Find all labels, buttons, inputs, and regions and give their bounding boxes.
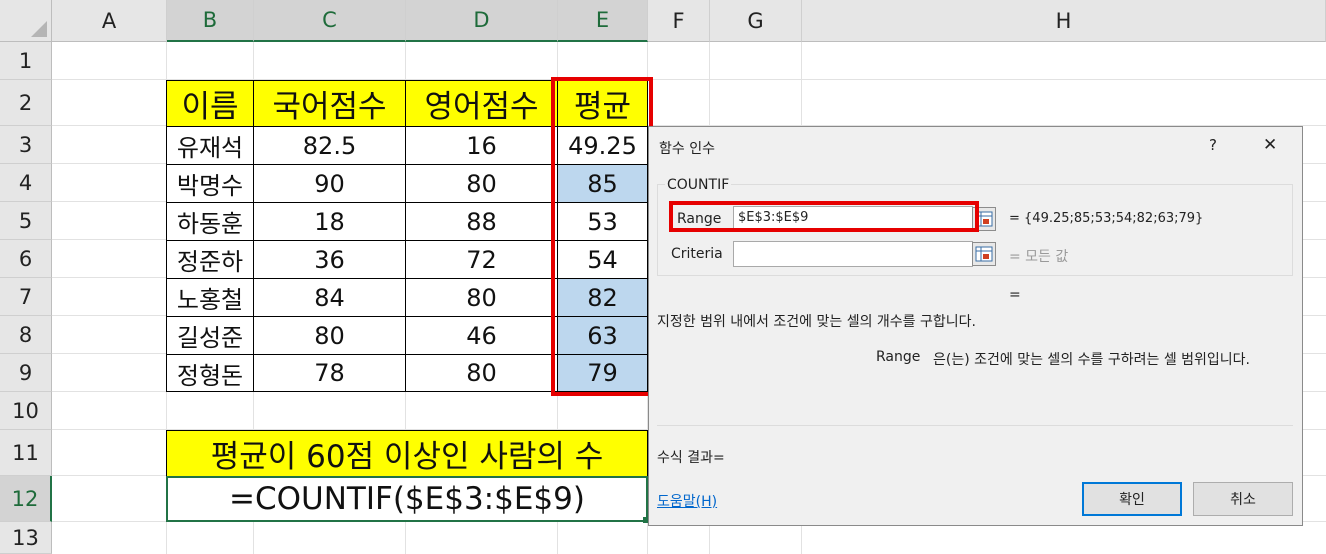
table-cell[interactable]: 정형돈: [166, 354, 254, 392]
table-cell[interactable]: 72: [405, 240, 558, 279]
table-cell[interactable]: 84: [253, 278, 406, 317]
col-header-g[interactable]: G: [710, 0, 802, 42]
table-cell[interactable]: 하동훈: [166, 202, 254, 241]
function-name: COUNTIF: [665, 177, 732, 193]
range-arg-highlight: [669, 201, 979, 232]
row-header-1[interactable]: 1: [0, 42, 52, 80]
col-header-f[interactable]: F: [648, 0, 710, 42]
col-header-c[interactable]: C: [254, 0, 406, 42]
row-header-12[interactable]: 12: [0, 476, 52, 522]
row-header-8[interactable]: 8: [0, 316, 52, 354]
table-cell[interactable]: 88: [405, 202, 558, 241]
row-header-6[interactable]: 6: [0, 240, 52, 278]
table-cell[interactable]: 유재석: [166, 126, 254, 165]
table-cell[interactable]: 노홍철: [166, 278, 254, 317]
dialog-title: 함수 인수: [659, 141, 715, 157]
table-cell[interactable]: 78: [253, 354, 406, 392]
ok-button[interactable]: 확인: [1082, 482, 1182, 516]
row-header-9[interactable]: 9: [0, 354, 52, 392]
table-header-english[interactable]: 영어점수: [405, 80, 558, 127]
col-header-e[interactable]: E: [558, 0, 648, 42]
help-link[interactable]: 도움말(H): [657, 491, 717, 511]
arg-description-name: Range: [876, 349, 921, 365]
table-cell[interactable]: 80: [405, 278, 558, 317]
col-header-b[interactable]: B: [167, 0, 254, 42]
help-icon[interactable]: ?: [1209, 136, 1217, 154]
function-description: 지정한 범위 내에서 조건에 맞는 셀의 개수를 구합니다.: [657, 314, 976, 330]
table-cell[interactable]: 정준하: [166, 240, 254, 279]
close-icon[interactable]: ✕: [1263, 135, 1277, 155]
table-cell[interactable]: 82.5: [253, 126, 406, 165]
row-header-2[interactable]: 2: [0, 80, 52, 126]
criteria-arg-input[interactable]: [733, 241, 973, 267]
row-header-4[interactable]: 4: [0, 164, 52, 202]
table-cell[interactable]: 18: [253, 202, 406, 241]
criteria-arg-result: = 모든 값: [1009, 249, 1069, 265]
row-header-3[interactable]: 3: [0, 126, 52, 164]
row-header-5[interactable]: 5: [0, 202, 52, 240]
table-header-name[interactable]: 이름: [166, 80, 254, 127]
function-arguments-dialog: 함수 인수 ? ✕ COUNTIF Range $E$3:$E$9 = {49.…: [648, 126, 1303, 526]
col-header-a[interactable]: A: [52, 0, 167, 42]
ref-collapse-icon[interactable]: [972, 242, 996, 266]
range-highlight-outline: [551, 77, 653, 396]
table-header-korean[interactable]: 국어점수: [253, 80, 406, 127]
table-cell[interactable]: 90: [253, 164, 406, 203]
table-cell[interactable]: 80: [253, 316, 406, 355]
row-header-10[interactable]: 10: [0, 392, 52, 430]
table-cell[interactable]: 박명수: [166, 164, 254, 203]
formula-result-label: 수식 결과=: [657, 450, 725, 466]
table-cell[interactable]: 80: [405, 354, 558, 392]
select-all-corner[interactable]: [0, 0, 52, 42]
col-header-h[interactable]: H: [802, 0, 1326, 42]
function-result-eq: =: [1009, 287, 1021, 303]
divider: [657, 425, 1293, 426]
formula-cell[interactable]: =COUNTIF($E$3:$E$9): [166, 476, 648, 522]
cancel-button[interactable]: 취소: [1193, 482, 1293, 516]
table-cell[interactable]: 16: [405, 126, 558, 165]
table-cell[interactable]: 46: [405, 316, 558, 355]
table-cell[interactable]: 80: [405, 164, 558, 203]
range-arg-result: = {49.25;85;53;54;82;63;79}: [1009, 211, 1204, 226]
arg-description-text: 은(는) 조건에 맞는 셀의 수를 구하려는 셀 범위입니다.: [933, 352, 1251, 368]
row-header-7[interactable]: 7: [0, 278, 52, 316]
criteria-arg-label: Criteria: [671, 246, 723, 262]
table-cell[interactable]: 길성준: [166, 316, 254, 355]
row-header-11[interactable]: 11: [0, 430, 52, 476]
col-header-d[interactable]: D: [406, 0, 558, 42]
row-header-13[interactable]: 13: [0, 522, 52, 554]
table-cell[interactable]: 36: [253, 240, 406, 279]
summary-label[interactable]: 평균이 60점 이상인 사람의 수: [166, 430, 648, 477]
